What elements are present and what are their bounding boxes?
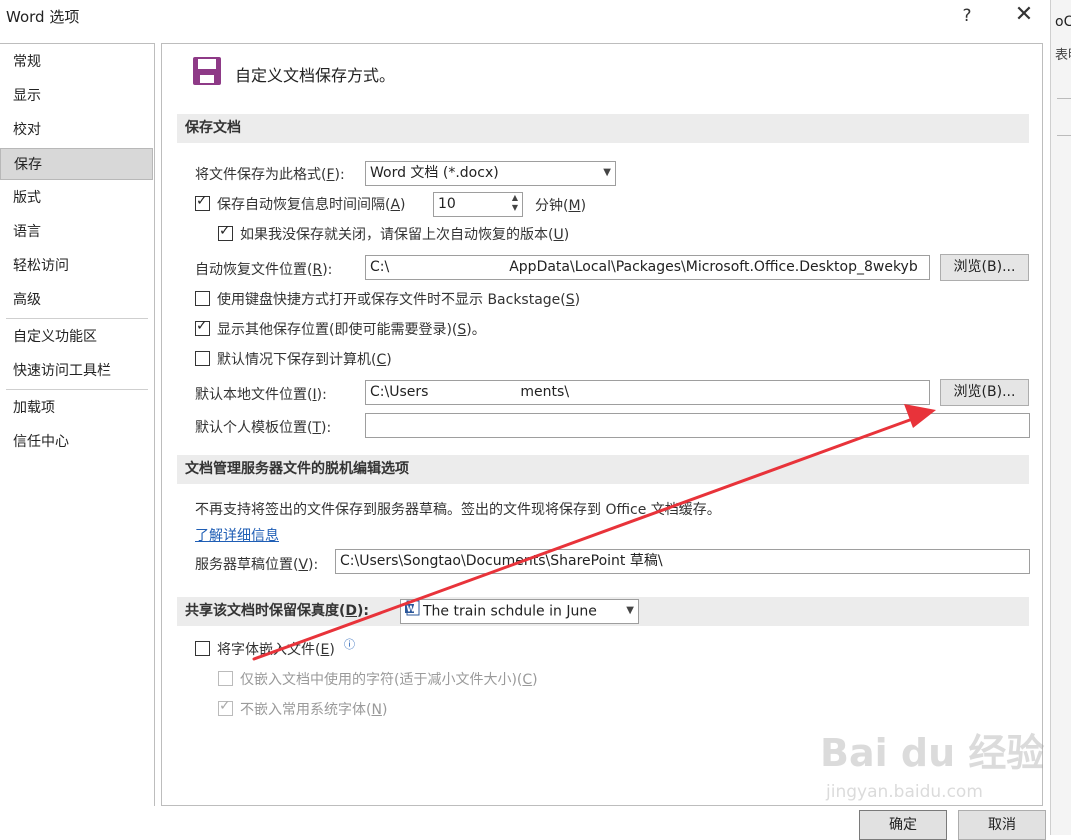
show-other-locations-label: 显示其他保存位置(即使可能需要登录)(S)。 — [217, 322, 486, 338]
path-suffix: ments\ — [520, 384, 570, 400]
server-drafts-location-input[interactable]: C:\Users\Songtao\Documents\SharePoint 草稿… — [335, 549, 1030, 574]
sidebar-item-accessibility[interactable]: 轻松访问 — [0, 250, 153, 282]
learn-more-link[interactable]: 了解详细信息 — [195, 525, 279, 545]
background-window-text: 表明 — [1055, 48, 1071, 63]
embed-fonts-label: 将字体嵌入文件(E) — [217, 642, 335, 658]
baidu-watermark: Bai du 经验 jingyan.baidu.com — [820, 712, 1044, 812]
offline-info-text: 不再支持将签出的文件保存到服务器草稿。签出的文件现将保存到 Office 文档缓… — [195, 502, 721, 518]
fidelity-document-value: The train schdule in June — [423, 603, 597, 620]
default-local-location-input[interactable]: C:\Users ments\ — [365, 380, 930, 405]
sidebar-divider — [6, 318, 148, 319]
sidebar-item-save[interactable]: 保存 — [0, 148, 153, 180]
sidebar-item-display[interactable]: 显示 — [0, 80, 153, 112]
help-button[interactable]: ? — [955, 3, 979, 29]
browse-default-location-button[interactable]: 浏览(B)... — [940, 379, 1029, 406]
chevron-down-icon: ▼ — [603, 167, 611, 178]
spin-arrows-icon[interactable]: ▲ ▼ — [510, 193, 520, 213]
sidebar-item-general[interactable]: 常规 — [0, 46, 153, 78]
default-template-location-label: 默认个人模板位置(T): — [195, 420, 332, 436]
no-common-fonts-label: 不嵌入常用系统字体(N) — [240, 702, 388, 718]
save-floppy-icon — [192, 56, 222, 86]
background-window-text: oCo — [1055, 14, 1071, 30]
save-format-value: Word 文档 (*.docx) — [370, 165, 499, 181]
format-label: 将文件保存为此格式(F): — [195, 167, 345, 183]
sidebar-item-customize-ribbon[interactable]: 自定义功能区 — [0, 321, 153, 353]
server-drafts-label: 服务器草稿位置(V): — [195, 557, 319, 573]
autorecover-location-label: 自动恢复文件位置(R): — [195, 262, 333, 278]
no-common-fonts-checkbox[interactable] — [218, 698, 233, 716]
embed-fonts-checkbox[interactable] — [195, 641, 210, 656]
section-header-save-documents: 保存文档 — [177, 114, 1029, 143]
save-to-computer-checkbox[interactable] — [195, 351, 210, 366]
sidebar-item-layout[interactable]: 版式 — [0, 182, 153, 214]
cancel-button[interactable]: 取消 — [958, 810, 1046, 840]
minutes-label: 分钟(M) — [535, 198, 587, 214]
embed-used-chars-label: 仅嵌入文档中使用的字符(适于减小文件大小)(C) — [240, 672, 538, 688]
path-suffix: AppData\Local\Packages\Microsoft.Office.… — [509, 259, 918, 275]
sidebar-item-proofing[interactable]: 校对 — [0, 114, 153, 146]
autorecover-minutes-stepper[interactable]: 10 ▲ ▼ — [433, 192, 523, 217]
svg-text:W: W — [407, 605, 416, 614]
title-bar: Word 选项 ? ✕ — [0, 0, 1050, 32]
autorecover-location-input[interactable]: C:\ AppData\Local\Packages\Microsoft.Offi… — [365, 255, 930, 280]
background-window-edge: oCo 表明 — [1050, 0, 1071, 835]
sidebar-item-trust-center[interactable]: 信任中心 — [0, 426, 153, 458]
word-document-icon: W — [405, 600, 423, 623]
section-header-offline-editing: 文档管理服务器文件的脱机编辑选项 — [177, 455, 1029, 484]
no-backstage-label: 使用键盘快捷方式打开或保存文件时不显示 Backstage(S) — [217, 292, 581, 308]
background-window-divider — [1057, 98, 1071, 136]
main-panel: 自定义文档保存方式。 保存文档 将文件保存为此格式(F): Word 文档 (*… — [161, 43, 1043, 806]
show-other-locations-checkbox[interactable] — [195, 318, 210, 336]
window-title: Word 选项 — [6, 8, 80, 26]
default-template-location-input[interactable] — [365, 413, 1030, 438]
autorecover-label: 保存自动恢复信息时间间隔(A) — [217, 197, 406, 213]
chevron-down-icon: ▼ — [626, 605, 634, 616]
embed-used-chars-checkbox[interactable] — [218, 671, 233, 686]
sidebar: 常规 显示 校对 保存 版式 语言 轻松访问 高级 自定义功能区 快速访问工具栏… — [0, 43, 155, 806]
no-backstage-checkbox[interactable] — [195, 291, 210, 306]
save-format-dropdown[interactable]: Word 文档 (*.docx) ▼ — [365, 161, 616, 186]
autorecover-checkbox[interactable] — [195, 193, 210, 211]
autorecover-minutes-value: 10 — [438, 196, 456, 212]
keep-last-version-label: 如果我没保存就关闭，请保留上次自动恢复的版本(U) — [240, 227, 570, 243]
sidebar-item-advanced[interactable]: 高级 — [0, 284, 153, 316]
keep-last-version-checkbox[interactable] — [218, 223, 233, 241]
fidelity-document-dropdown[interactable]: W The train schdule in June ▼ — [400, 599, 639, 624]
ok-button[interactable]: 确定 — [859, 810, 947, 840]
watermark-logo-text: Bai du 经验 — [820, 731, 1045, 775]
path-prefix: C:\ — [370, 259, 390, 275]
sidebar-item-quick-access-toolbar[interactable]: 快速访问工具栏 — [0, 355, 153, 387]
browse-autorecover-button[interactable]: 浏览(B)... — [940, 254, 1029, 281]
save-to-computer-label: 默认情况下保存到计算机(C) — [217, 352, 392, 368]
watermark-url-text: jingyan.baidu.com — [826, 782, 983, 802]
path-prefix: C:\Users — [370, 384, 429, 400]
page-heading: 自定义文档保存方式。 — [235, 66, 396, 85]
sidebar-item-add-ins[interactable]: 加载项 — [0, 392, 153, 424]
close-button[interactable]: ✕ — [1008, 3, 1040, 29]
sidebar-divider — [6, 389, 148, 390]
default-local-location-label: 默认本地文件位置(I): — [195, 387, 327, 403]
info-icon[interactable]: ⓘ — [344, 636, 355, 652]
sidebar-item-language[interactable]: 语言 — [0, 216, 153, 248]
